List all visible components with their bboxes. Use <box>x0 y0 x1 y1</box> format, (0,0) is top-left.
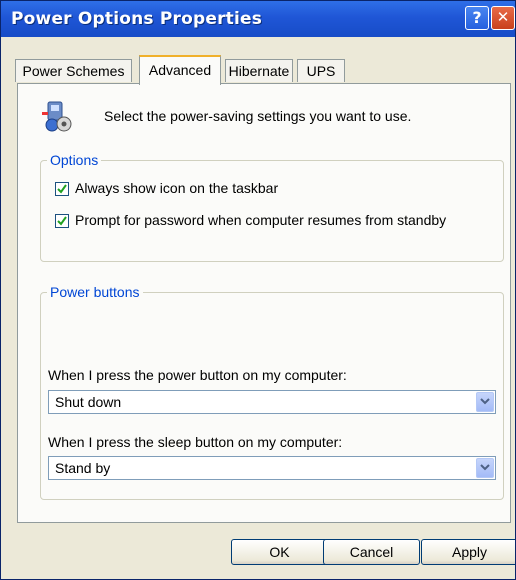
chevron-down-icon[interactable] <box>476 392 494 412</box>
help-icon[interactable]: ? <box>465 6 489 30</box>
tab-ups[interactable]: UPS <box>297 59 345 82</box>
tab-hibernate[interactable]: Hibernate <box>225 59 293 82</box>
tab-advanced[interactable]: Advanced <box>139 55 221 85</box>
power-button-label: When I press the power button on my comp… <box>48 367 347 383</box>
checkmark-icon <box>57 184 67 194</box>
options-legend: Options <box>50 152 99 168</box>
ok-button[interactable]: OK <box>231 539 328 565</box>
sleep-button-select[interactable]: Stand by <box>48 456 496 480</box>
prompt-password-checkbox[interactable] <box>55 214 69 228</box>
checkmark-icon <box>57 216 67 226</box>
prompt-password-label[interactable]: Prompt for password when computer resume… <box>75 212 446 228</box>
power-button-value: Shut down <box>55 394 122 410</box>
sleep-button-value: Stand by <box>55 460 111 476</box>
power-buttons-legend: Power buttons <box>50 284 140 300</box>
cancel-button[interactable]: Cancel <box>323 539 420 565</box>
tab-power-schemes[interactable]: Power Schemes <box>15 59 132 82</box>
title-bar[interactable]: Power Options Properties ? ✕ <box>1 1 515 37</box>
close-icon[interactable]: ✕ <box>491 6 515 30</box>
options-group: Options Always show icon on the taskbar … <box>40 152 504 262</box>
power-options-dialog: Power Options Properties ? ✕ Power Schem… <box>0 0 516 580</box>
show-icon-checkbox[interactable] <box>55 182 69 196</box>
instruction-text: Select the power-saving settings you wan… <box>104 108 412 124</box>
show-icon-label[interactable]: Always show icon on the taskbar <box>75 180 278 196</box>
apply-button[interactable]: Apply <box>421 539 515 565</box>
sleep-button-label: When I press the sleep button on my comp… <box>48 434 343 450</box>
window-title: Power Options Properties <box>11 9 263 29</box>
advanced-tab-panel: Select the power-saving settings you wan… <box>17 83 511 523</box>
chevron-down-icon[interactable] <box>476 458 494 478</box>
power-button-select[interactable]: Shut down <box>48 390 496 414</box>
power-settings-icon <box>42 101 72 132</box>
